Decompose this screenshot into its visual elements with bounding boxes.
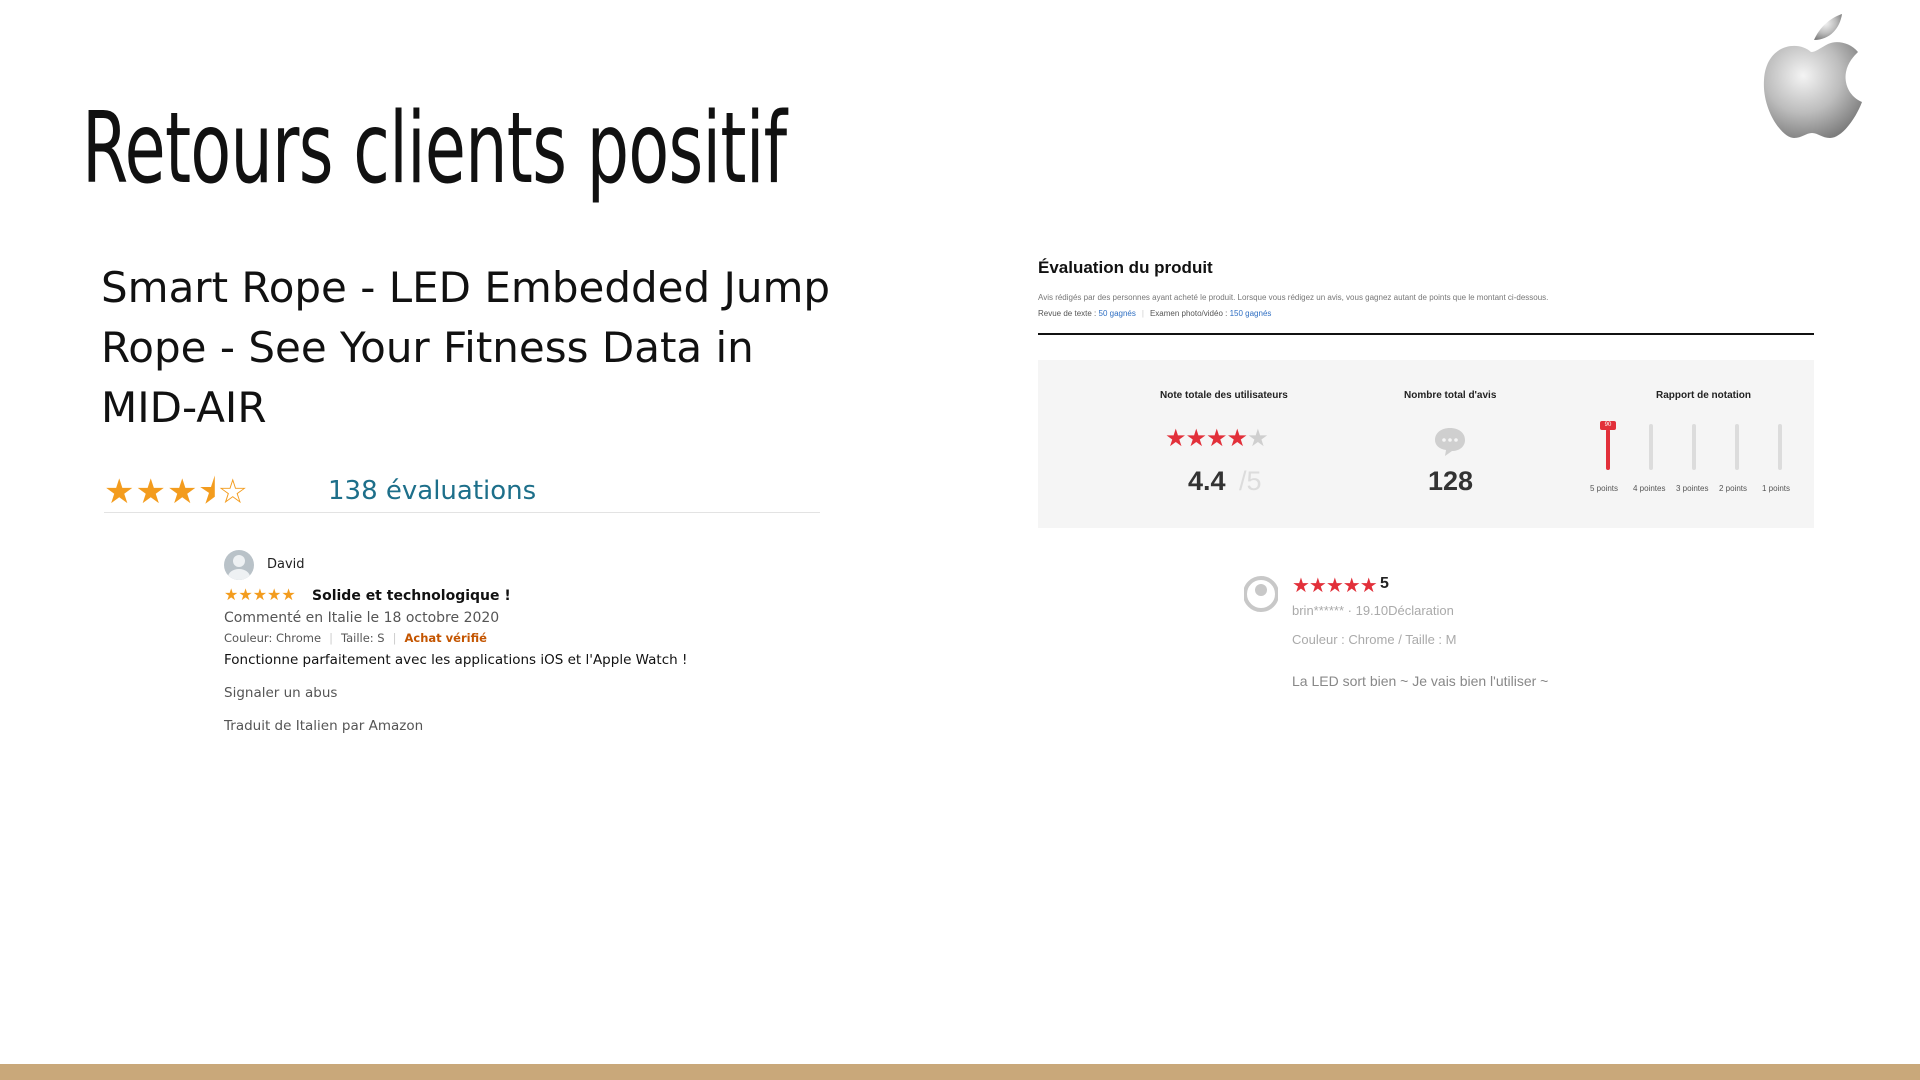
total-reviews-label: Nombre total d'avis	[1404, 390, 1497, 401]
translation-note: Traduit de Italien par Amazon	[224, 718, 424, 734]
rating-bar-label: 4 pointes	[1633, 484, 1666, 493]
review-title[interactable]: Solide et technologique !	[312, 588, 511, 604]
review-date: Commenté en Italie le 18 octobre 2020	[224, 610, 500, 626]
review-score: 5	[1380, 575, 1389, 592]
review-meta: brin****** · 19.10Déclaration	[1292, 603, 1454, 618]
avatar	[224, 550, 254, 580]
rating-bar-percent: 90	[1600, 421, 1616, 430]
review-attributes: Couleur: Chrome | Taille: S | Achat vérifié	[224, 631, 487, 645]
ratings-count-link[interactable]: 138 évaluations	[328, 476, 536, 506]
photo-review-points[interactable]: 150 gagnés	[1230, 309, 1272, 318]
apple-logo	[1763, 14, 1862, 138]
evaluation-description: Avis rédigés par des personnes ayant ach…	[1038, 293, 1549, 302]
score-denominator: /5	[1239, 466, 1262, 496]
rating-bar	[1692, 424, 1696, 470]
text-review-points[interactable]: 50 gagnés	[1099, 309, 1136, 318]
average-stars: ★★★★★	[1165, 425, 1269, 452]
review-body: Fonctionne parfaitement avec les applica…	[224, 652, 688, 668]
rating-bar	[1649, 424, 1653, 470]
footer-bar	[0, 1064, 1920, 1080]
review-body: La LED sort bien ~ Je vais bien l'utilis…	[1292, 673, 1549, 689]
evaluation-points: Revue de texte : 50 gagnés | Examen photo/…	[1038, 309, 1272, 318]
rating-bar	[1778, 424, 1782, 470]
rating-bar	[1735, 424, 1739, 470]
avatar	[1244, 576, 1278, 612]
photo-review-label: Examen photo/vidéo :	[1149, 309, 1228, 318]
rating-stars: ★★★⯨☆	[104, 473, 249, 511]
verified-badge: Achat vérifié	[404, 631, 487, 645]
reviewer-name: David	[267, 557, 305, 572]
rating-report-label: Rapport de notation	[1656, 390, 1751, 401]
total-reviews-count: 128	[1428, 466, 1474, 496]
rating-bar-label: 2 points	[1719, 484, 1748, 493]
review-stars: ★★★★★	[1292, 575, 1378, 597]
review-stars: ★★★★★	[224, 585, 296, 604]
product-title: Smart Rope - LED Embedded Jump Rope - Se…	[101, 263, 831, 432]
rating-bar-label: 5 points	[1590, 484, 1619, 493]
rating-bar-label: 1 points	[1762, 484, 1791, 493]
evaluation-header: Évaluation du produit	[1038, 258, 1213, 277]
text-review-label: Revue de texte :	[1038, 309, 1097, 318]
total-rating-label: Note totale des utilisateurs	[1160, 390, 1288, 401]
rating-stats-panel: Note totale des utilisateurs Nombre tota…	[1038, 360, 1814, 528]
chat-bubble-icon	[1435, 428, 1465, 456]
slide-title: Retours clients positif	[82, 92, 787, 206]
divider	[1038, 333, 1814, 335]
review-attributes: Couleur : Chrome / Taille : M	[1292, 632, 1457, 647]
average-score: 4.4	[1188, 466, 1226, 496]
rating-bar-fill	[1606, 428, 1610, 470]
rating-bar-label: 3 pointes	[1676, 484, 1709, 493]
size-attribute: Taille: S	[340, 631, 385, 645]
report-abuse-link[interactable]: Signaler un abus	[224, 685, 337, 701]
color-attribute[interactable]: Couleur: Chrome	[224, 631, 321, 645]
rating-row: ★★★⯨☆ 138 évaluations	[104, 468, 820, 513]
rating-bar: 90	[1600, 421, 1616, 470]
